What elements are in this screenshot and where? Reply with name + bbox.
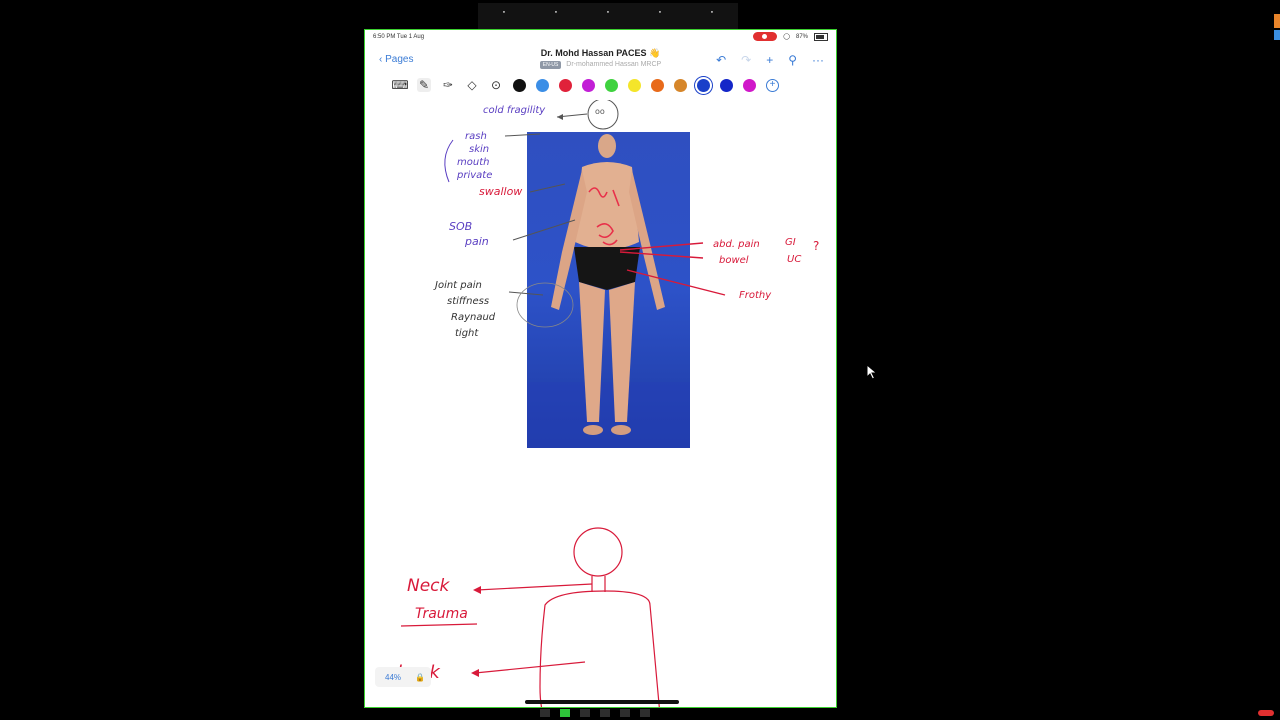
participant-4[interactable]: ●: [659, 9, 661, 14]
participant-3[interactable]: ●: [607, 9, 609, 14]
handwriting-layer: oo cold fragility rash skin mouth privat…: [397, 100, 819, 707]
note-trauma: Trauma: [415, 606, 468, 622]
participant-2[interactable]: ●: [555, 9, 557, 14]
more-controls-icon[interactable]: [640, 709, 650, 717]
zoom-indicator[interactable]: 44% 🔒: [375, 667, 431, 687]
color-blue[interactable]: [697, 78, 710, 92]
search-icon[interactable]: ⚲: [788, 53, 797, 67]
ios-status-bar: 6:50 PM Tue 1 Aug ◯ 87%: [365, 30, 836, 42]
color-navy[interactable]: [720, 78, 733, 92]
add-color-icon[interactable]: +: [766, 78, 779, 92]
chat-icon[interactable]: [580, 709, 590, 717]
orange-marker: [1274, 14, 1280, 28]
note-uc: UC: [787, 254, 801, 265]
note-raynaud: Raynaud: [451, 312, 496, 323]
redo-icon[interactable]: ↷: [741, 53, 751, 67]
note-gi: GI: [785, 237, 796, 248]
color-red[interactable]: [559, 78, 572, 92]
shared-ipad-screen: 6:50 PM Tue 1 Aug ◯ 87% ‹ Pages Dr. Mohd…: [364, 29, 837, 708]
color-magenta[interactable]: [743, 78, 756, 92]
add-icon[interactable]: +: [766, 53, 773, 67]
status-time: 6:50 PM: [373, 34, 396, 40]
battery-icon: [814, 32, 828, 41]
color-green[interactable]: [605, 78, 618, 92]
note-stiffness: stiffness: [447, 296, 489, 307]
undo-icon[interactable]: ↶: [716, 53, 726, 67]
note-swallow: swallow: [479, 185, 522, 198]
more-icon[interactable]: ···: [812, 53, 824, 67]
lasso-icon[interactable]: ⊙: [489, 78, 503, 92]
notes-canvas[interactable]: oo cold fragility rash skin mouth privat…: [365, 100, 836, 707]
zoom-level: 44%: [385, 672, 402, 682]
svg-text:oo: oo: [595, 107, 605, 116]
highlighter-icon[interactable]: ✑: [441, 78, 455, 92]
settings-icon[interactable]: [620, 709, 630, 717]
color-yellow[interactable]: [628, 78, 641, 92]
color-orange[interactable]: [651, 78, 664, 92]
drawing-toolbar: ⌨ ✎ ✑ ◇ ⊙ +: [391, 76, 779, 94]
document-title-text: Dr. Mohd Hassan PACES: [540, 48, 647, 58]
reactions-icon[interactable]: [600, 709, 610, 717]
mouse-cursor-icon: [866, 364, 878, 380]
lock-icon[interactable]: 🔒: [415, 673, 425, 682]
end-meeting-button[interactable]: [1258, 710, 1274, 716]
author-text: Dr-mohammed Hassan MRCP: [566, 61, 662, 68]
share-icon[interactable]: [560, 709, 570, 717]
battery-percent: 87%: [795, 33, 808, 40]
note-cold-fragility: cold fragility: [483, 105, 546, 116]
meeting-controls: [540, 709, 650, 717]
note-mouth: mouth: [457, 157, 489, 168]
side-strip: [1274, 14, 1280, 44]
language-tag: EN-US: [539, 61, 562, 69]
note-tight: tight: [455, 328, 479, 339]
color-purple[interactable]: [582, 78, 595, 92]
notes-navbar: ‹ Pages Dr. Mohd Hassan PACES 👋 EN-US Dr…: [365, 44, 836, 74]
meeting-participant-bar: ● ● ● ● ●: [478, 3, 738, 35]
color-black[interactable]: [513, 78, 526, 92]
wifi-icon: ◯: [783, 34, 790, 40]
note-skin: skin: [469, 144, 489, 155]
blue-marker: [1274, 30, 1280, 40]
note-neck: Neck: [407, 576, 451, 596]
note-pain: pain: [464, 235, 489, 248]
keyboard-icon[interactable]: ⌨: [391, 78, 408, 92]
home-indicator: [525, 700, 679, 704]
eraser-icon[interactable]: ◇: [465, 78, 479, 92]
record-icon[interactable]: [753, 32, 778, 41]
note-joint-pain: Joint pain: [433, 280, 482, 291]
navbar-actions: ↶ ↷ + ⚲ ···: [716, 53, 824, 67]
note-sob: SOB: [449, 220, 472, 233]
participant-1[interactable]: ●: [503, 9, 505, 14]
note-abd-pain: abd. pain: [713, 239, 760, 250]
color-light-blue[interactable]: [536, 78, 549, 92]
question-mark-icon: ?: [813, 239, 819, 253]
note-private: private: [456, 170, 492, 181]
note-frothy: Frothy: [739, 290, 772, 301]
participant-5[interactable]: ●: [711, 9, 713, 14]
color-amber[interactable]: [674, 78, 687, 92]
participants-icon[interactable]: [540, 709, 550, 717]
emoji-icon: 👋: [649, 48, 661, 58]
pen-icon[interactable]: ✎: [417, 78, 431, 92]
note-bowel: bowel: [719, 255, 749, 266]
note-rash: rash: [465, 131, 487, 142]
status-date: Tue 1 Aug: [396, 34, 425, 40]
